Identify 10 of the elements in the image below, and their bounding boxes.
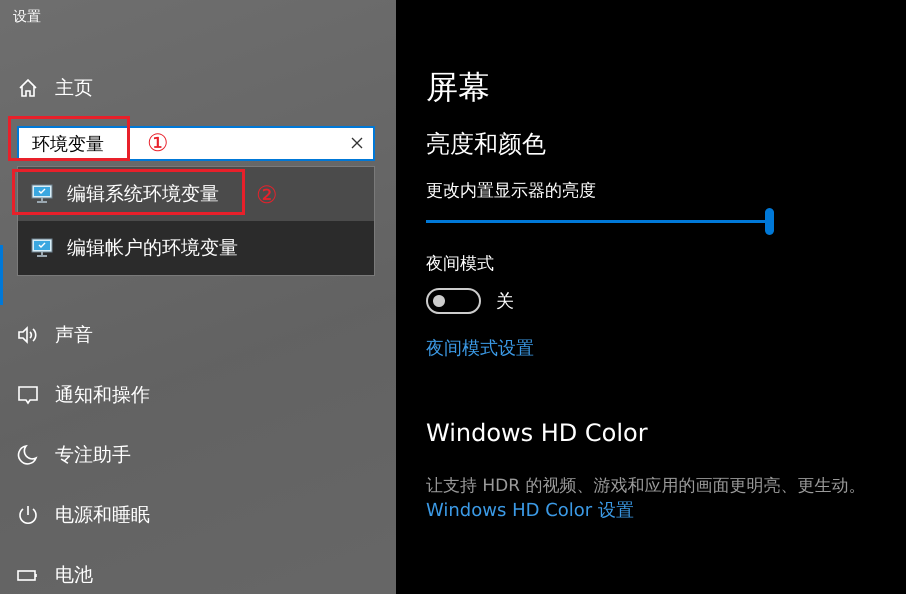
toggle-label: 夜间模式	[426, 253, 494, 276]
slider-label: 更改内置显示器的亮度	[426, 180, 596, 203]
section-title: 亮度和颜色	[426, 129, 546, 160]
step-number: ①	[147, 130, 169, 156]
window-title: 设置	[13, 8, 41, 27]
step-number: ②	[256, 182, 278, 208]
section-title: Windows HD Color	[426, 418, 648, 449]
page-title: 屏幕	[426, 67, 490, 108]
toggle-state: 关	[496, 290, 514, 313]
description-text: 让支持 HDR 的视频、游戏和应用的画面更明亮、更生动。	[426, 475, 866, 498]
